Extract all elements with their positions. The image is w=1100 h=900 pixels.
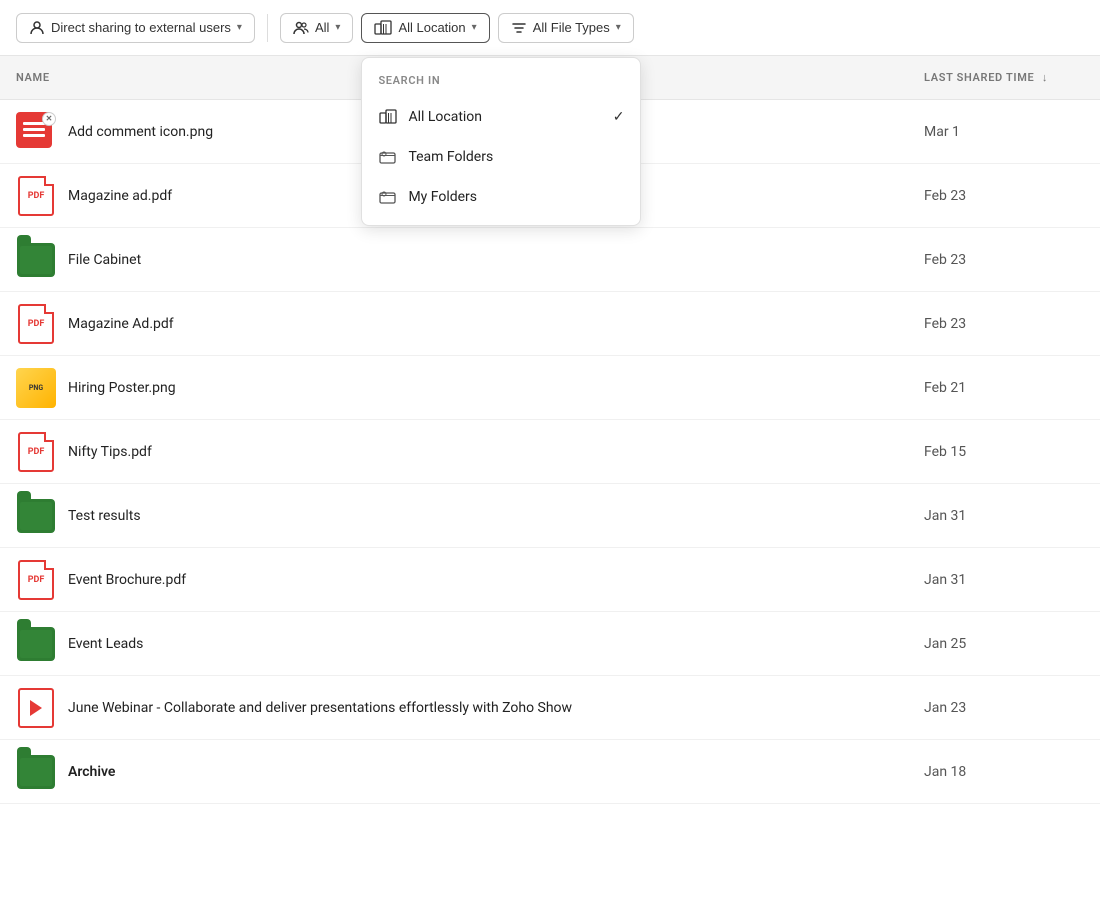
file-date: Jan 31 <box>924 508 1084 524</box>
file-date: Feb 23 <box>924 188 1084 204</box>
all-location-check: ✓ <box>613 109 625 125</box>
table-row[interactable]: File CabinetFeb 23 <box>0 228 1100 292</box>
all-location-label: All Location <box>408 109 482 125</box>
dropdown-item-team-folders[interactable]: Team Folders <box>362 137 640 177</box>
toolbar-divider <box>267 14 268 42</box>
file-name: Archive <box>68 764 924 780</box>
file-icon <box>16 624 56 664</box>
location-filter-chevron: ▾ <box>472 22 477 33</box>
team-folders-icon <box>378 147 398 167</box>
sort-arrow-icon: ↓ <box>1042 71 1048 84</box>
file-icon <box>16 688 56 728</box>
all-filter-label: All <box>315 20 329 35</box>
my-folders-label: My Folders <box>408 189 477 205</box>
file-type-filter-chevron: ▾ <box>616 22 621 33</box>
file-date: Jan 18 <box>924 764 1084 780</box>
table-row[interactable]: ArchiveJan 18 <box>0 740 1100 804</box>
file-name: File Cabinet <box>68 252 924 268</box>
all-filter-button[interactable]: All ▾ <box>280 13 353 43</box>
file-date: Jan 31 <box>924 572 1084 588</box>
table-row[interactable]: PNG Hiring Poster.pngFeb 21 <box>0 356 1100 420</box>
location-filter-label: All Location <box>398 20 465 35</box>
file-name: Nifty Tips.pdf <box>68 444 924 460</box>
file-date: Jan 25 <box>924 636 1084 652</box>
file-icon: PDF <box>16 560 56 600</box>
file-name: Magazine Ad.pdf <box>68 316 924 332</box>
file-type-filter-button[interactable]: All File Types ▾ <box>498 13 634 43</box>
location-filter-container: All Location ▾ SEARCH IN All Location ✓ <box>361 13 489 43</box>
dropdown-item-all-location[interactable]: All Location ✓ <box>362 97 640 137</box>
table-row[interactable]: Event LeadsJan 25 <box>0 612 1100 676</box>
table-row[interactable]: PDF Magazine Ad.pdfFeb 23 <box>0 292 1100 356</box>
file-date: Feb 23 <box>924 316 1084 332</box>
all-location-icon <box>378 107 398 127</box>
file-icon: PDF <box>16 176 56 216</box>
file-icon: PDF <box>16 432 56 472</box>
toolbar: Direct sharing to external users ▾ All ▾… <box>0 0 1100 56</box>
sharing-filter-button[interactable]: Direct sharing to external users ▾ <box>16 13 255 43</box>
person-icon <box>29 20 45 36</box>
file-name: June Webinar - Collaborate and deliver p… <box>68 700 924 716</box>
dropdown-item-my-folders[interactable]: My Folders <box>362 177 640 217</box>
table-row[interactable]: PDF Event Brochure.pdfJan 31 <box>0 548 1100 612</box>
file-icon <box>16 496 56 536</box>
table-row[interactable]: PDF Nifty Tips.pdfFeb 15 <box>0 420 1100 484</box>
file-type-filter-label: All File Types <box>533 20 610 35</box>
location-dropdown-menu: SEARCH IN All Location ✓ <box>361 57 641 226</box>
people-icon <box>293 20 309 36</box>
file-date: Mar 1 <box>924 124 1084 140</box>
col-date-header[interactable]: LAST SHARED TIME ↓ <box>924 71 1084 84</box>
location-filter-icon <box>374 20 392 36</box>
table-row[interactable]: Test resultsJan 31 <box>0 484 1100 548</box>
file-name: Event Leads <box>68 636 924 652</box>
file-name: Test results <box>68 508 924 524</box>
file-date: Feb 15 <box>924 444 1084 460</box>
my-folders-icon <box>378 187 398 207</box>
file-icon <box>16 240 56 280</box>
file-date: Feb 21 <box>924 380 1084 396</box>
all-filter-chevron: ▾ <box>335 22 340 33</box>
sharing-filter-chevron: ▾ <box>237 22 242 33</box>
file-name: Hiring Poster.png <box>68 380 924 396</box>
table-row[interactable]: June Webinar - Collaborate and deliver p… <box>0 676 1100 740</box>
file-icon: PDF <box>16 304 56 344</box>
file-icon: PNG <box>16 368 56 408</box>
file-icon: ✕ <box>16 112 56 152</box>
dropdown-search-label: SEARCH IN <box>362 66 640 97</box>
file-date: Feb 23 <box>924 252 1084 268</box>
location-filter-button[interactable]: All Location ▾ <box>361 13 489 43</box>
file-date: Jan 23 <box>924 700 1084 716</box>
file-name: Event Brochure.pdf <box>68 572 924 588</box>
sharing-filter-label: Direct sharing to external users <box>51 20 231 35</box>
team-folders-label: Team Folders <box>408 149 493 165</box>
file-icon <box>16 752 56 792</box>
filter-icon <box>511 20 527 36</box>
